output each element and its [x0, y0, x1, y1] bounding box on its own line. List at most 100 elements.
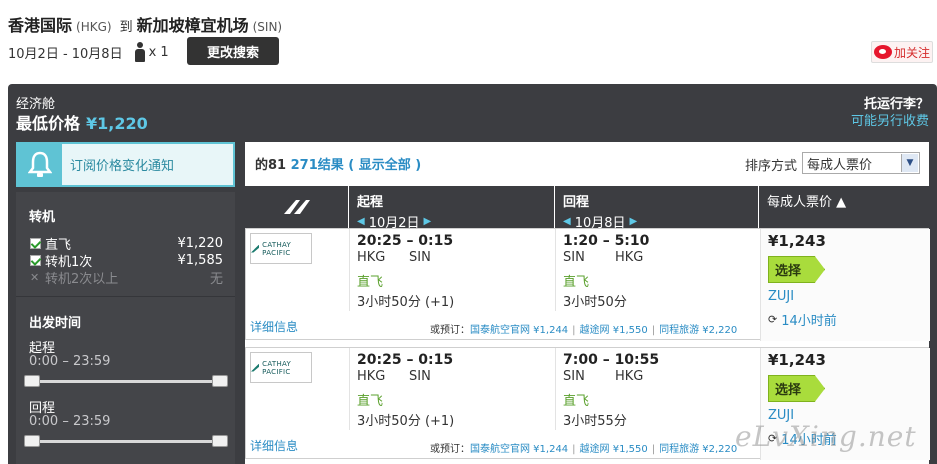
result-count: 的81 271结果 ( 显示全部 )	[255, 154, 421, 173]
price-cell: ¥1,243 选择 ZUJI ⟳ 14小时前	[760, 229, 930, 341]
flight-price: ¥1,243	[768, 351, 826, 369]
price-alert-button[interactable]: 订阅价格变化通知	[16, 142, 235, 187]
slider-handle-end[interactable]	[212, 435, 228, 447]
alt-link-cathay[interactable]: 国泰航空官网 ¥1,244	[470, 444, 568, 455]
alt-link-yuetu[interactable]: 越途网 ¥1,550	[580, 325, 648, 336]
price-column-header[interactable]: 每成人票价 ▲	[759, 186, 929, 228]
alt-booking-links: 或预订：国泰航空官网 ¥1,244 | 越途网 ¥1,550 | 同程旅游 ¥2,220	[430, 444, 738, 455]
stops-option-two-plus: ✕ 转机2次以上 无	[30, 268, 223, 287]
outbound-duration: 3小时50分 (+1)	[357, 295, 455, 310]
details-link[interactable]: 详细信息	[250, 318, 298, 335]
alt-link-cathay[interactable]: 国泰航空官网 ¥1,244	[470, 325, 568, 336]
cathay-fin-icon	[251, 244, 260, 253]
alt-link-tongcheng[interactable]: 同程旅游 ¥2,220	[659, 444, 737, 455]
weibo-icon	[874, 45, 892, 59]
alt-prefix: 或预订：	[430, 444, 470, 455]
details-link[interactable]: 详细信息	[250, 437, 298, 454]
results-table-header: 起程 ◀ 10月2日 ▶ 回程 ◀ 10月8日 ▶ 每成人票价 ▲	[245, 186, 929, 231]
price-header-label: 每成人票价 ▲	[767, 195, 847, 210]
origin-city: 香港国际	[8, 16, 73, 35]
filter-divider	[16, 296, 235, 297]
baggage-fee-link[interactable]: 可能另行收费	[851, 110, 929, 129]
return-from: SIN	[563, 369, 585, 384]
trip-dates: 10月2日 - 10月8日	[8, 46, 123, 62]
sort-label: 排序方式	[745, 159, 798, 174]
route-title: 香港国际 (HKG) 到新加坡樟宜机场 (SIN)	[8, 12, 286, 36]
results-list: 的81 271结果 ( 显示全部 ) 排序方式 每成人票价 ▼ 起程 ◀ 10月2…	[245, 142, 930, 464]
watermark: eLvXing.net	[735, 420, 917, 453]
outbound-duration: 3小时50分 (+1)	[357, 414, 455, 429]
prev-date-icon[interactable]: ◀	[357, 216, 365, 227]
disabled-x-icon: ✕	[30, 271, 40, 284]
return-column-header: 回程 ◀ 10月8日 ▶	[555, 186, 759, 231]
stops-option-label: 转机2次以上	[45, 272, 119, 287]
modify-search-button[interactable]: 更改搜索	[187, 37, 279, 65]
stops-option-price: 无	[209, 272, 223, 287]
outbound-column-header: 起程 ◀ 10月2日 ▶	[349, 186, 555, 231]
airline-logo: CATHAY PACIFIC	[250, 233, 312, 264]
outbound-time-slider[interactable]	[24, 375, 228, 387]
show-all-link[interactable]: ( 显示全部 )	[348, 158, 421, 173]
alt-link-tongcheng[interactable]: 同程旅游 ¥2,220	[659, 325, 737, 336]
outbound-stops: 直飞	[357, 275, 384, 290]
outbound-from: HKG	[357, 250, 386, 265]
prev-date-icon[interactable]: ◀	[563, 216, 571, 227]
return-stops: 直飞	[563, 275, 590, 290]
alt-link-yuetu[interactable]: 越途网 ¥1,550	[580, 444, 648, 455]
lowest-price-value: ¥1,220	[86, 114, 148, 133]
return-header-label: 回程	[563, 195, 590, 210]
to-word: 到	[119, 20, 133, 35]
departure-time-title: 出发时间	[29, 316, 82, 331]
sort-select-value: 每成人票价	[807, 157, 873, 173]
lowest-price: 最低价格 ¥1,220	[16, 110, 148, 134]
follow-button[interactable]: 加关注	[871, 41, 933, 63]
airline-column-header	[245, 186, 349, 228]
return-time-slider[interactable]	[24, 435, 228, 447]
filters-sidebar: 转机 直飞 ¥1,220 转机1次 ¥1,585 ✕ 转机2次以上 无 出发时间…	[16, 192, 235, 464]
next-date-icon[interactable]: ▶	[630, 216, 638, 227]
outbound-time-range: 0:00 – 23:59	[29, 354, 111, 369]
refresh-icon: ⟳	[768, 313, 778, 326]
return-time-range: 0:00 – 23:59	[29, 414, 111, 429]
select-button[interactable]: 选择	[768, 375, 825, 402]
price-source-link[interactable]: ZUJI	[768, 289, 930, 304]
airline-logo: CATHAY PACIFIC	[250, 352, 312, 383]
result-count-prefix: 的81	[255, 158, 287, 173]
outbound-from: HKG	[357, 369, 386, 384]
airline-name: CATHAY PACIFIC	[262, 240, 292, 257]
flight-price: ¥1,243	[768, 232, 826, 250]
outbound-to: SIN	[409, 250, 431, 265]
checkbox-checked-icon[interactable]	[30, 238, 41, 249]
passenger-count: x 1	[148, 44, 169, 60]
select-button[interactable]: 选择	[768, 256, 825, 283]
outbound-segment: 20:25 – 0:15 HKG SIN 直飞 3小时50分 (+1)	[349, 348, 556, 430]
alt-booking-links: 或预订：国泰航空官网 ¥1,244 | 越途网 ¥1,550 | 同程旅游 ¥2,220	[430, 325, 738, 336]
return-from: SIN	[563, 250, 585, 265]
result-count-link[interactable]: 271结果	[291, 158, 344, 173]
checkbox-checked-icon[interactable]	[30, 255, 41, 266]
lowest-label: 最低价格	[16, 114, 81, 133]
return-stops: 直飞	[563, 394, 590, 409]
return-to: HKG	[615, 369, 644, 384]
slider-handle-start[interactable]	[24, 375, 40, 387]
outbound-segment: 20:25 – 0:15 HKG SIN 直飞 3小时50分 (+1)	[349, 229, 556, 311]
alt-prefix: 或预订：	[430, 325, 470, 336]
return-segment: 7:00 – 10:55 SIN HKG 直飞 3小时55分	[555, 348, 760, 430]
next-date-icon[interactable]: ▶	[424, 216, 432, 227]
outbound-stops: 直飞	[357, 394, 384, 409]
return-duration: 3小时55分	[563, 414, 627, 429]
flight-row[interactable]: CATHAY PACIFIC 20:25 – 0:15 HKG SIN 直飞 3小…	[245, 228, 930, 341]
stops-filter-title: 转机	[29, 210, 56, 225]
slider-handle-start[interactable]	[24, 435, 40, 447]
airline-name: CATHAY PACIFIC	[262, 359, 292, 376]
return-time: 7:00 – 10:55	[563, 352, 660, 368]
outbound-to: SIN	[409, 369, 431, 384]
origin-code: (HKG)	[76, 20, 112, 34]
outbound-time: 20:25 – 0:15	[357, 233, 454, 249]
stops-option-price: ¥1,220	[177, 236, 224, 251]
sort-select[interactable]: 每成人票价 ▼	[802, 152, 920, 174]
return-time: 1:20 – 5:10	[563, 233, 650, 249]
chevron-down-icon: ▼	[901, 154, 918, 172]
slider-handle-end[interactable]	[212, 375, 228, 387]
trip-meta: 10月2日 - 10月8日 x 1	[8, 42, 169, 62]
